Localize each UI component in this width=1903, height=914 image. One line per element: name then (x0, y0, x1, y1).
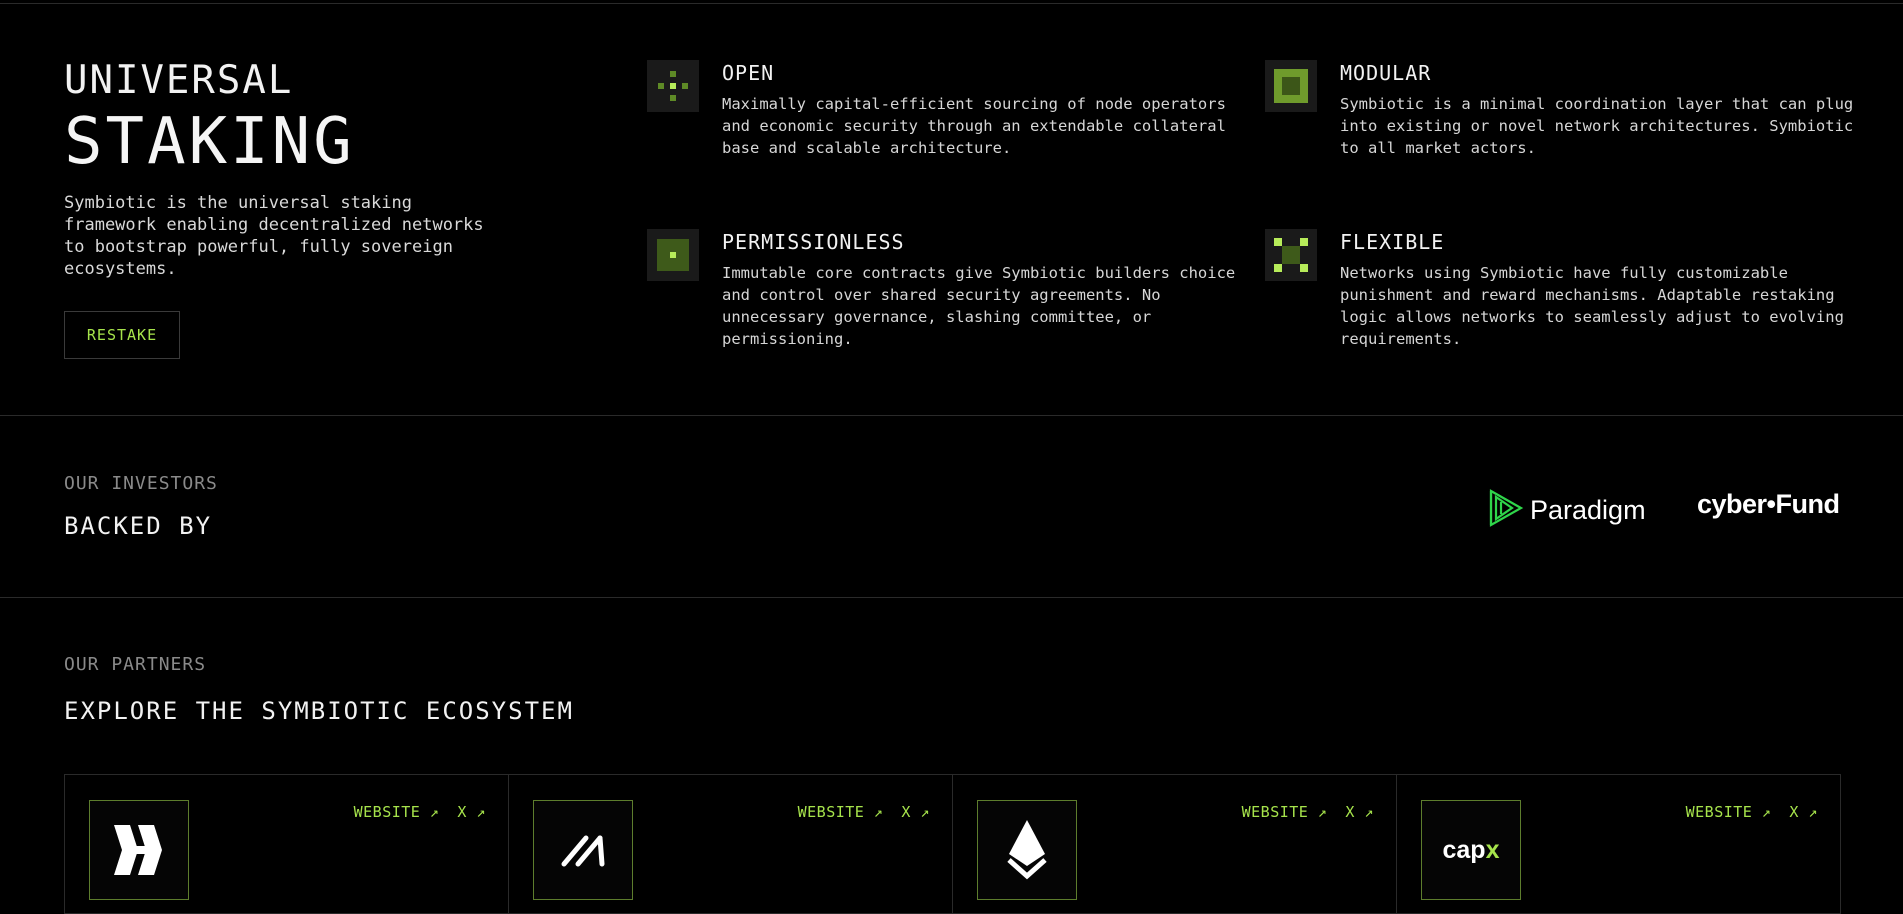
investors-kicker: OUR INVESTORS (64, 473, 218, 494)
hyperlane-logo-icon (89, 800, 189, 900)
feature-description: Immutable core contracts give Symbiotic … (722, 264, 1236, 348)
partners-kicker: OUR PARTNERS (64, 654, 207, 675)
permissionless-pixel-icon (647, 229, 699, 281)
x-link[interactable]: X ↗ (1345, 803, 1374, 821)
website-link[interactable]: WEBSITE ↗ (798, 803, 884, 821)
cyberfund-logo[interactable]: cyber•Fund (1697, 489, 1840, 520)
x-link[interactable]: X ↗ (1789, 803, 1818, 821)
top-divider (0, 3, 1903, 4)
hero-title-line1: UNIVERSAL (64, 58, 294, 103)
x-link[interactable]: X ↗ (901, 803, 930, 821)
hero-description: Symbiotic is the universal staking frame… (64, 193, 484, 279)
feature-description: Maximally capital-efficient sourcing of … (722, 95, 1226, 157)
feature-title: PERMISSIONLESS (722, 230, 905, 254)
paradigm-logo[interactable]: Paradigm (1488, 488, 1646, 532)
feature-description: Symbiotic is a minimal coordination laye… (1340, 95, 1854, 157)
capx-logo-icon: capx (1421, 800, 1521, 900)
website-link[interactable]: WEBSITE ↗ (354, 803, 440, 821)
open-pixel-icon (647, 60, 699, 112)
capx-logo-accent: x (1485, 835, 1500, 864)
feature-title: FLEXIBLE (1340, 230, 1445, 254)
partner-cards: WEBSITE ↗ X ↗ WEBSITE ↗ X ↗ WEBSITE ↗ X … (64, 774, 1841, 914)
partner-card[interactable]: WEBSITE ↗ X ↗ (65, 775, 509, 913)
website-link[interactable]: WEBSITE ↗ (1242, 803, 1328, 821)
website-link[interactable]: WEBSITE ↗ (1686, 803, 1772, 821)
feature-title: OPEN (722, 61, 775, 85)
section-divider (0, 415, 1903, 416)
capx-logo-text: cap (1442, 835, 1486, 864)
partner-card[interactable]: capx WEBSITE ↗ X ↗ (1397, 775, 1840, 913)
hero-title-line2: STAKING (64, 105, 355, 179)
feature-description: Networks using Symbiotic have fully cust… (1340, 264, 1844, 348)
investors-heading: BACKED BY (64, 512, 213, 540)
partner-card[interactable]: WEBSITE ↗ X ↗ (953, 775, 1397, 913)
drop-logo-icon (977, 800, 1077, 900)
restake-button[interactable]: RESTAKE (64, 311, 180, 359)
section-divider (0, 597, 1903, 598)
modular-pixel-icon (1265, 60, 1317, 112)
x-link[interactable]: X ↗ (457, 803, 486, 821)
slash-logo-icon (533, 800, 633, 900)
feature-title: MODULAR (1340, 61, 1432, 85)
paradigm-name: Paradigm (1530, 494, 1646, 525)
partner-card[interactable]: WEBSITE ↗ X ↗ (509, 775, 953, 913)
paradigm-logo-icon (1488, 488, 1524, 532)
flexible-pixel-icon (1265, 229, 1317, 281)
partners-heading: EXPLORE THE SYMBIOTIC ECOSYSTEM (64, 697, 574, 725)
